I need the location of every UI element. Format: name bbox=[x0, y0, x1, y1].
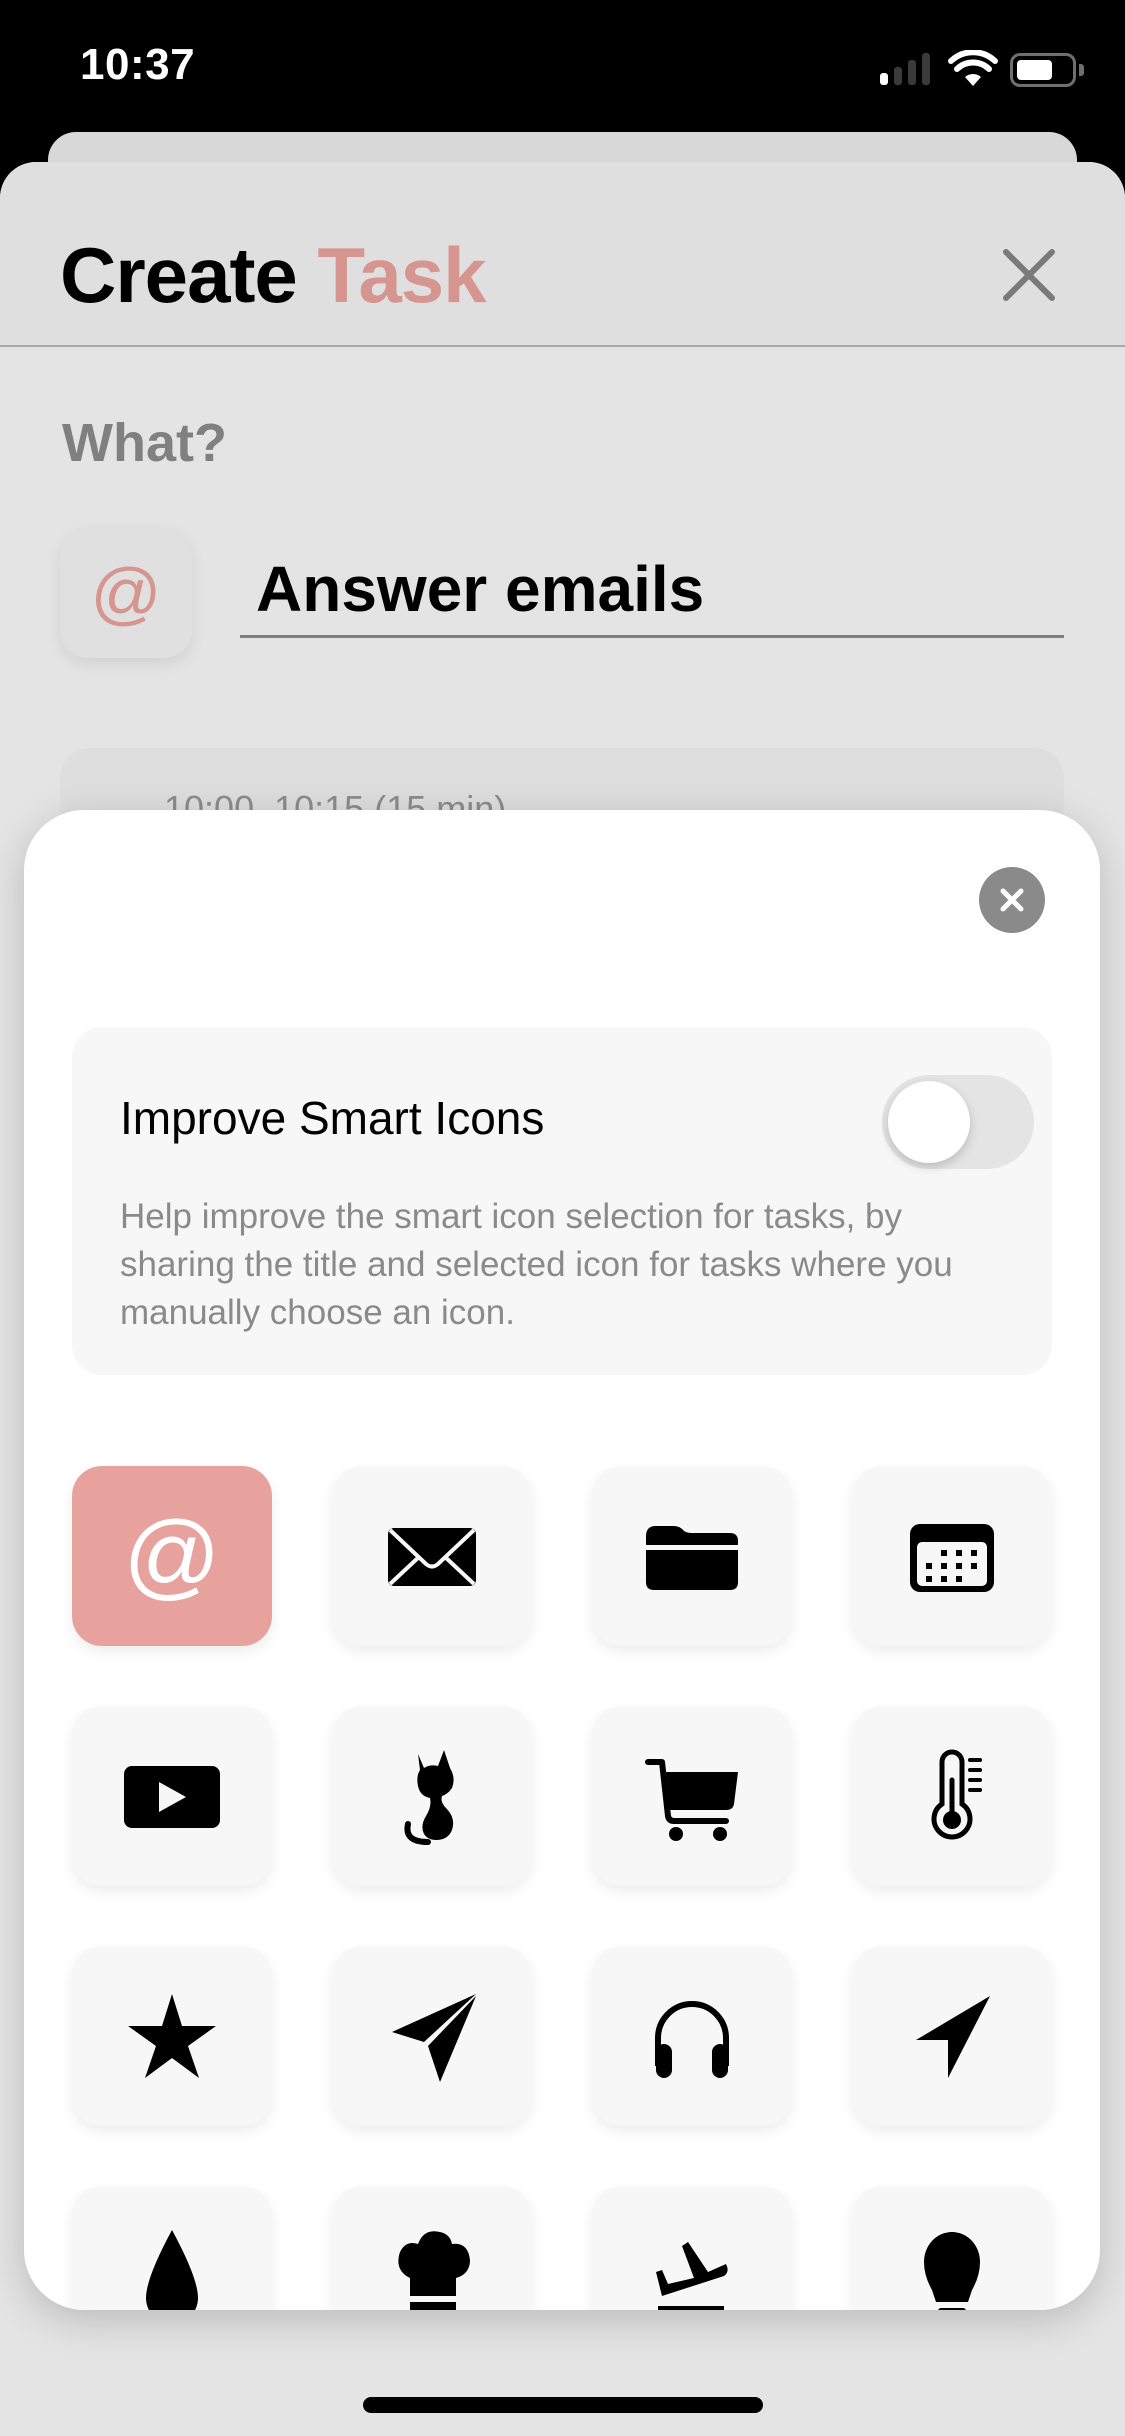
title-main: Create bbox=[60, 231, 298, 319]
drop-icon bbox=[146, 2230, 198, 2310]
smart-icons-title: Improve Smart Icons bbox=[120, 1092, 545, 1144]
chef-hat-icon bbox=[398, 2231, 470, 2310]
battery-level bbox=[1017, 60, 1052, 80]
sheet-header: Create Task bbox=[0, 162, 1125, 347]
thermometer-icon bbox=[931, 1749, 982, 1840]
title-accent: Task bbox=[317, 231, 486, 319]
battery-icon bbox=[1010, 53, 1076, 87]
wifi-icon bbox=[948, 50, 998, 86]
envelope-icon bbox=[388, 1528, 476, 1586]
smart-icons-card: Improve Smart Icons Help improve the sma… bbox=[72, 1027, 1052, 1375]
toggle-knob bbox=[888, 1081, 970, 1163]
at-sign-icon: @ bbox=[90, 553, 162, 632]
battery-nub bbox=[1079, 64, 1084, 76]
smart-icons-description: Help improve the smart icon selection fo… bbox=[120, 1197, 953, 1332]
task-name-input[interactable] bbox=[240, 542, 1064, 638]
lightbulb-icon bbox=[924, 2232, 980, 2310]
icon-tile-drop[interactable] bbox=[72, 2186, 272, 2310]
icon-tile-star[interactable] bbox=[72, 1946, 272, 2126]
status-bar: 10:37 bbox=[0, 0, 1125, 132]
what-label: What? bbox=[62, 413, 227, 473]
icon-tile-headphones[interactable] bbox=[592, 1946, 792, 2126]
icon-tile-cat[interactable] bbox=[332, 1706, 532, 1886]
icon-tile-envelope[interactable] bbox=[332, 1466, 532, 1646]
icon-tile-airplane-landing[interactable] bbox=[592, 2186, 792, 2310]
icon-tile-play[interactable] bbox=[72, 1706, 272, 1886]
location-arrow-icon bbox=[916, 1996, 990, 2078]
icon-tile-at[interactable]: @ bbox=[72, 1466, 272, 1646]
close-icon[interactable] bbox=[1000, 246, 1058, 304]
star-icon bbox=[128, 1994, 216, 2078]
close-popover-button[interactable] bbox=[979, 867, 1045, 933]
play-video-icon bbox=[124, 1766, 220, 1828]
icon-tile-chef-hat[interactable] bbox=[332, 2186, 532, 2310]
headphones-icon bbox=[655, 2001, 729, 2078]
icon-tile-folder[interactable] bbox=[592, 1466, 792, 1646]
icon-tile-thermometer[interactable] bbox=[852, 1706, 1052, 1886]
folder-icon bbox=[646, 1526, 738, 1590]
smart-icons-toggle[interactable] bbox=[882, 1075, 1034, 1169]
signal-strength-icon bbox=[880, 53, 932, 85]
calendar-icon bbox=[910, 1524, 994, 1592]
paper-plane-icon bbox=[392, 1994, 476, 2082]
task-icon-button[interactable]: @ bbox=[60, 527, 192, 658]
cat-icon bbox=[404, 1750, 454, 1845]
icon-tile-calendar[interactable] bbox=[852, 1466, 1052, 1646]
icon-tile-cart[interactable] bbox=[592, 1706, 792, 1886]
close-circle-icon bbox=[1000, 888, 1024, 912]
at-sign-icon: @ bbox=[123, 1502, 221, 1609]
home-indicator[interactable] bbox=[363, 2397, 763, 2413]
icon-tile-location[interactable] bbox=[852, 1946, 1052, 2126]
status-time: 10:37 bbox=[80, 40, 196, 89]
icon-tile-paper-plane[interactable] bbox=[332, 1946, 532, 2126]
airplane-landing-icon bbox=[656, 2242, 728, 2310]
page-title: Create Task bbox=[60, 230, 486, 321]
icon-picker-popover: Improve Smart Icons Help improve the sma… bbox=[24, 810, 1100, 2310]
shopping-cart-icon bbox=[645, 1759, 738, 1841]
icon-tile-lightbulb[interactable] bbox=[852, 2186, 1052, 2310]
